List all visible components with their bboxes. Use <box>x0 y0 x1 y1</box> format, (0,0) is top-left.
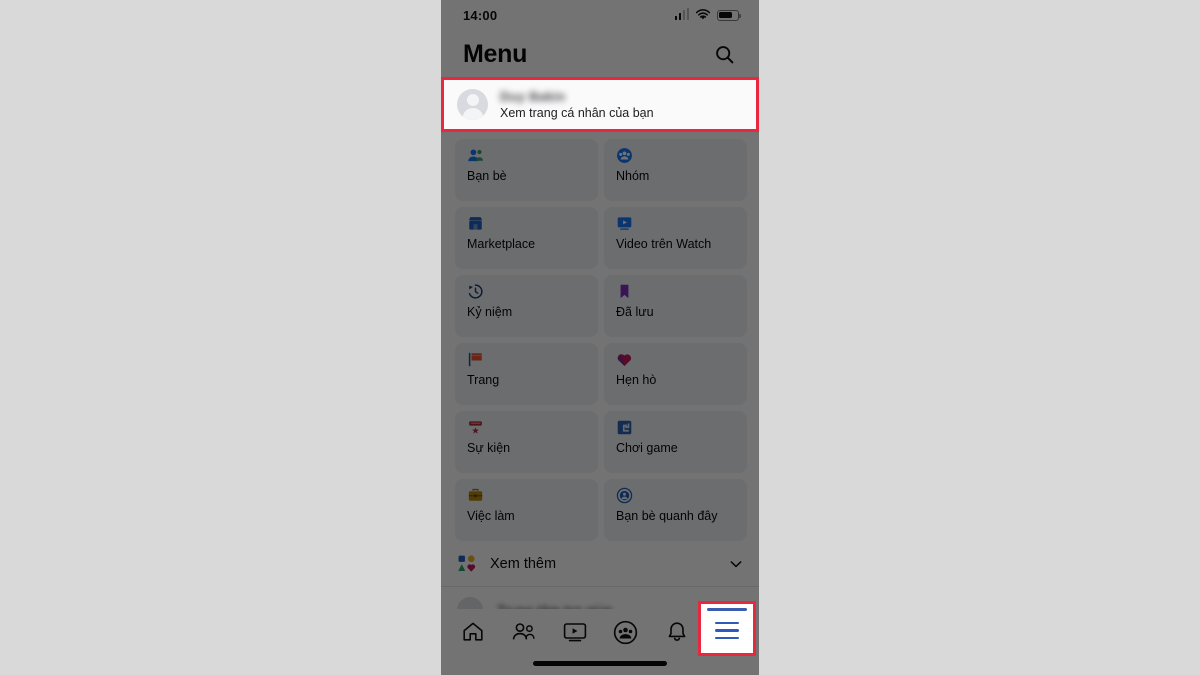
wifi-icon <box>695 9 711 20</box>
screenshot-root: 14:00 Menu Bạn bè Nhóm Marketplace Video… <box>0 0 1200 675</box>
friends-tab-icon <box>512 623 535 640</box>
cellular-signal-icon <box>674 8 689 20</box>
status-time: 14:00 <box>463 7 498 23</box>
groups-tab-icon <box>613 620 638 644</box>
menu-tile-dating[interactable]: Hẹn hò <box>604 343 747 405</box>
hamburger-menu-icon <box>715 621 739 640</box>
menu-grid: Bạn bè Nhóm Marketplace Video trên Watch… <box>441 131 759 541</box>
memories-clock-icon <box>468 284 483 299</box>
status-bar: 14:00 <box>441 0 759 30</box>
battery-icon <box>717 9 741 21</box>
chevron-down-icon <box>730 560 742 567</box>
marketplace-icon <box>468 217 483 230</box>
menu-tile-saved[interactable]: Đã lưu <box>604 275 747 337</box>
menu-tile-memories[interactable]: Kỷ niệm <box>455 275 598 337</box>
search-icon <box>715 45 733 63</box>
highlighted-menu-tab[interactable] <box>701 604 753 653</box>
menu-tile-gaming[interactable]: Chơi game <box>604 411 747 473</box>
nearby-friends-icon <box>616 487 633 504</box>
tab-notifications[interactable] <box>658 615 696 649</box>
page-title: Menu <box>463 39 528 68</box>
saved-bookmark-icon <box>620 284 629 299</box>
see-more-row[interactable]: Xem thêm <box>441 541 759 586</box>
menu-tile-friends[interactable]: Bạn bè <box>455 139 598 201</box>
menu-tile-label: Bạn bè <box>467 169 507 183</box>
events-ticket-icon <box>469 421 482 434</box>
menu-tile-label: Việc làm <box>467 509 515 523</box>
tab-groups[interactable] <box>607 615 645 649</box>
menu-tile-label: Trang <box>467 373 500 387</box>
menu-tile-watch[interactable]: Video trên Watch <box>604 207 747 269</box>
menu-tile-label: Hẹn hò <box>616 373 657 387</box>
menu-tile-nearby-friends[interactable]: Bạn bè quanh đây <box>604 479 747 541</box>
home-indicator <box>533 661 667 666</box>
tab-watch[interactable] <box>556 615 594 649</box>
menu-tile-label: Đã lưu <box>616 305 654 319</box>
menu-tile-events[interactable]: Sự kiện <box>455 411 598 473</box>
bell-icon <box>668 622 685 641</box>
tab-home[interactable] <box>454 615 492 649</box>
see-more-label: Xem thêm <box>490 555 557 572</box>
dating-heart-icon <box>617 354 632 367</box>
menu-tile-marketplace[interactable]: Marketplace <box>455 207 598 269</box>
profile-text: Duy Bakin Xem trang cá nhân của bạn <box>500 89 654 120</box>
friends-icon <box>468 149 484 162</box>
active-tab-indicator <box>707 608 747 611</box>
profile-name: Duy Bakin <box>500 89 566 104</box>
watch-tab-icon <box>563 623 586 642</box>
search-button[interactable] <box>709 39 739 69</box>
groups-icon <box>617 148 632 163</box>
status-icons <box>674 8 741 21</box>
menu-tile-pages[interactable]: Trang <box>455 343 598 405</box>
menu-tile-label: Bạn bè quanh đây <box>616 509 718 523</box>
menu-tile-label: Chơi game <box>616 441 678 455</box>
menu-header: Menu <box>441 30 759 78</box>
gaming-icon <box>617 420 632 435</box>
tab-friends[interactable] <box>505 615 543 649</box>
menu-tile-label: Kỷ niệm <box>467 305 513 319</box>
highlighted-profile-row[interactable]: Duy Bakin Xem trang cá nhân của bạn <box>444 80 756 129</box>
menu-tile-label: Marketplace <box>467 237 536 251</box>
menu-tile-label: Sự kiện <box>467 441 511 455</box>
pages-flag-icon <box>468 352 482 367</box>
menu-tile-jobs[interactable]: Việc làm <box>455 479 598 541</box>
watch-video-icon <box>617 217 632 230</box>
avatar <box>457 89 488 120</box>
menu-tile-label: Video trên Watch <box>616 237 712 251</box>
shapes-grid-icon <box>458 555 476 572</box>
menu-tile-groups[interactable]: Nhóm <box>604 139 747 201</box>
menu-tile-label: Nhóm <box>616 169 650 183</box>
jobs-briefcase-icon <box>468 488 483 501</box>
profile-subtitle: Xem trang cá nhân của bạn <box>500 106 654 120</box>
home-icon <box>462 622 483 641</box>
